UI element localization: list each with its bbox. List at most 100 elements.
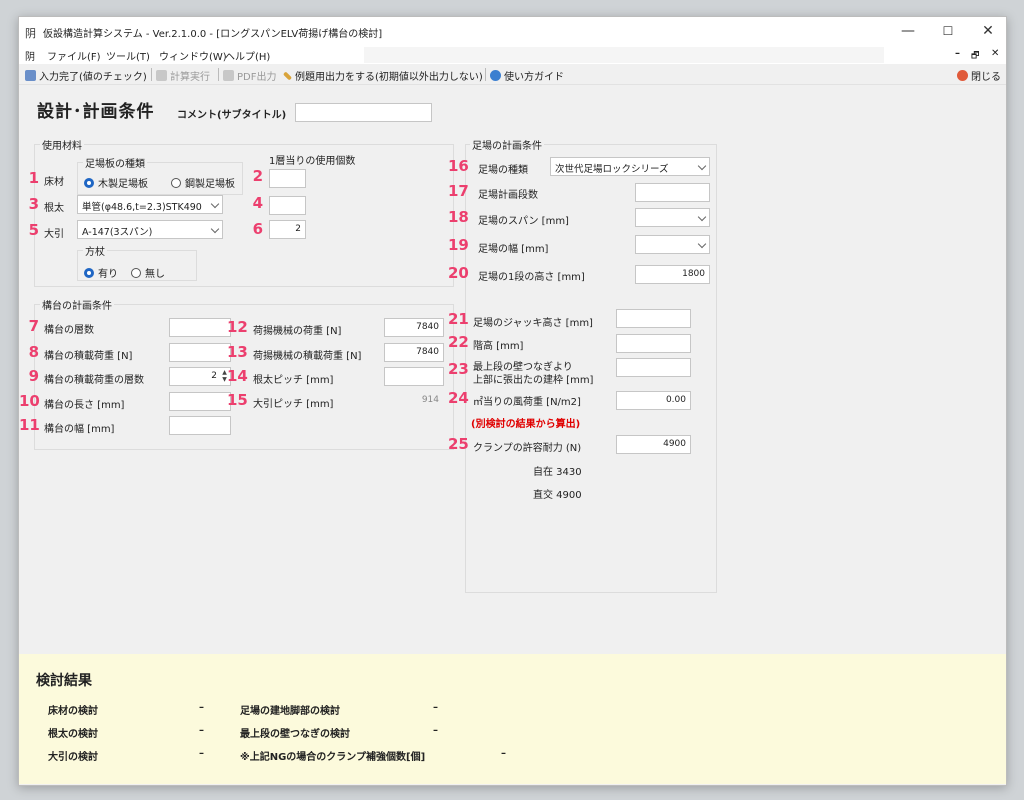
result-clamp-label: ※上記NGの場合のクランプ補強個数[個]: [240, 752, 426, 763]
radio-wood-board[interactable]: 木製足場板: [84, 175, 148, 190]
joist-select[interactable]: 単管(φ48.6,t=2.3)STK490: [77, 195, 223, 214]
result-base-label: 足場の建地脚部の検討: [240, 706, 340, 717]
result-beam-value: –: [199, 748, 204, 759]
menu-file[interactable]: ファイル(F): [47, 48, 101, 63]
field-number-14: 14: [227, 367, 248, 385]
comment-input[interactable]: [295, 103, 432, 122]
beam-pitch-label: 大引ピッチ [mm]: [253, 399, 334, 410]
results-panel: 検討結果 床材の検討 – 根太の検討 – 大引の検討 – 足場の建地脚部の検討 …: [19, 654, 1006, 784]
edit-icon: [25, 70, 36, 81]
scaffold-width-label: 足場の幅 [mm]: [478, 244, 549, 255]
radio-wood-label: 木製足場板: [98, 179, 148, 190]
scaffold-span-select[interactable]: [635, 208, 710, 227]
result-floor-value: –: [199, 702, 204, 713]
brace-group-title: 方杖: [83, 243, 107, 258]
radio-icon: [171, 178, 181, 188]
joist-label: 根太: [44, 203, 64, 214]
guide-button[interactable]: 使い方ガイド: [490, 68, 564, 83]
clamp-strength-input[interactable]: 4900: [616, 435, 691, 454]
radio-steel-label: 鋼製足場板: [185, 179, 235, 190]
radio-brace-no[interactable]: 無し: [131, 265, 165, 280]
chevron-down-icon: [697, 239, 707, 249]
pdf-button[interactable]: PDF出力: [223, 68, 276, 83]
clamp-right-value: 直交 4900: [533, 490, 582, 501]
radio-brace-yes[interactable]: 有り: [84, 265, 118, 280]
field-number-22: 22: [448, 333, 469, 351]
wind-note: (別検討の結果から算出): [471, 419, 581, 430]
menu-bar: 阴 ファイル(F) ツール(T) ウィンドウ(W) ヘルプ(H) – 🗗 ✕: [19, 46, 1006, 64]
chevron-down-icon: [210, 199, 220, 209]
brace-yes-label: 有り: [98, 269, 118, 280]
result-joist-label: 根太の検討: [48, 729, 98, 740]
lifter-load-input[interactable]: 7840: [384, 318, 444, 337]
chevron-down-icon: [697, 161, 707, 171]
mdi-close-button[interactable]: ✕: [991, 48, 999, 59]
scaffold-width-select[interactable]: [635, 235, 710, 254]
brace-no-label: 無し: [145, 269, 165, 280]
close-form-button[interactable]: 閉じる: [957, 68, 1001, 83]
check-input-button[interactable]: 入力完了(値のチェック): [25, 68, 147, 83]
mdi-icon: 阴: [25, 52, 35, 63]
overhang-input[interactable]: [616, 358, 691, 377]
clamp-strength-label: クランプの許容耐力 (N): [473, 443, 582, 454]
maximize-button[interactable]: ☐: [935, 21, 961, 41]
example-output-button[interactable]: 例題用出力をする(初期値以外出力しない): [282, 68, 483, 83]
chevron-down-icon: [697, 212, 707, 222]
menu-bar-spacer: [364, 47, 884, 63]
floor-height-input[interactable]: [616, 334, 691, 353]
menu-window[interactable]: ウィンドウ(W): [159, 48, 227, 63]
menu-tools[interactable]: ツール(T): [106, 48, 150, 63]
close-window-button[interactable]: ✕: [975, 21, 1001, 41]
floor-count-input[interactable]: [269, 169, 306, 188]
close-form-label: 閉じる: [971, 72, 1001, 83]
toolbar-separator: [485, 68, 486, 81]
lifter-payload-input[interactable]: 7840: [384, 343, 444, 362]
field-number-10: 10: [19, 392, 40, 410]
toolbar-separator: [151, 68, 152, 81]
joist-pitch-input[interactable]: [384, 367, 444, 386]
results-title: 検討結果: [36, 673, 92, 689]
scaffold-type-select[interactable]: 次世代足場ロックシリーズ: [550, 157, 710, 176]
platform-length-input[interactable]: [169, 392, 231, 411]
toolbar: 入力完了(値のチェック) 計算実行 PDF出力 例題用出力をする(初期値以外出力…: [19, 64, 1006, 85]
beam-select[interactable]: A-147(3スパン): [77, 220, 223, 239]
mdi-minimize-button[interactable]: –: [955, 48, 960, 59]
field-number-8: 8: [28, 343, 39, 361]
field-number-23: 23: [448, 360, 469, 378]
platform-levels-input[interactable]: [169, 318, 231, 337]
scaffold-height-input[interactable]: 1800: [635, 265, 710, 284]
joist-count-input[interactable]: [269, 196, 306, 215]
board-type-title: 足場板の種類: [83, 155, 147, 170]
menu-help[interactable]: ヘルプ(H): [225, 48, 270, 63]
field-number-1: 1: [28, 169, 39, 187]
stepper-value: 2: [211, 371, 217, 381]
scaffold-type-label: 足場の種類: [478, 165, 528, 176]
clamp-free-value: 自在 3430: [533, 467, 582, 478]
scaffold-levels-input[interactable]: [635, 183, 710, 202]
field-number-12: 12: [227, 318, 248, 336]
materials-group-title: 使用材料: [40, 137, 84, 152]
result-clamp-value: –: [501, 748, 506, 759]
field-number-3: 3: [28, 195, 39, 213]
field-number-7: 7: [28, 317, 39, 335]
radio-steel-board[interactable]: 鋼製足場板: [171, 175, 235, 190]
platform-load-input[interactable]: [169, 343, 231, 362]
platform-load-levels-label: 構台の積載荷重の層数: [44, 375, 144, 386]
field-number-6: 6: [252, 220, 263, 238]
result-beam-label: 大引の検討: [48, 752, 98, 763]
app-icon: 阴: [25, 27, 36, 40]
minimize-button[interactable]: —: [895, 21, 921, 41]
jack-height-input[interactable]: [616, 309, 691, 328]
calc-button[interactable]: 計算実行: [156, 68, 210, 83]
platform-width-input[interactable]: [169, 416, 231, 435]
lifter-load-label: 荷揚機械の荷重 [N]: [253, 326, 342, 337]
wind-load-input[interactable]: 0.00: [616, 391, 691, 410]
platform-load-levels-stepper[interactable]: 2 ▲ ▼: [169, 367, 231, 386]
beam-count-input[interactable]: 2: [269, 220, 306, 239]
close-circle-icon: [957, 70, 968, 81]
joist-select-value: 単管(φ48.6,t=2.3)STK490: [82, 202, 202, 213]
wind-load-label: ㎡当りの風荷重 [N/m2]: [473, 397, 581, 408]
platform-length-label: 構台の長さ [mm]: [44, 400, 125, 411]
mdi-restore-button[interactable]: 🗗: [971, 48, 979, 64]
platform-group-title: 構台の計画条件: [40, 297, 114, 312]
